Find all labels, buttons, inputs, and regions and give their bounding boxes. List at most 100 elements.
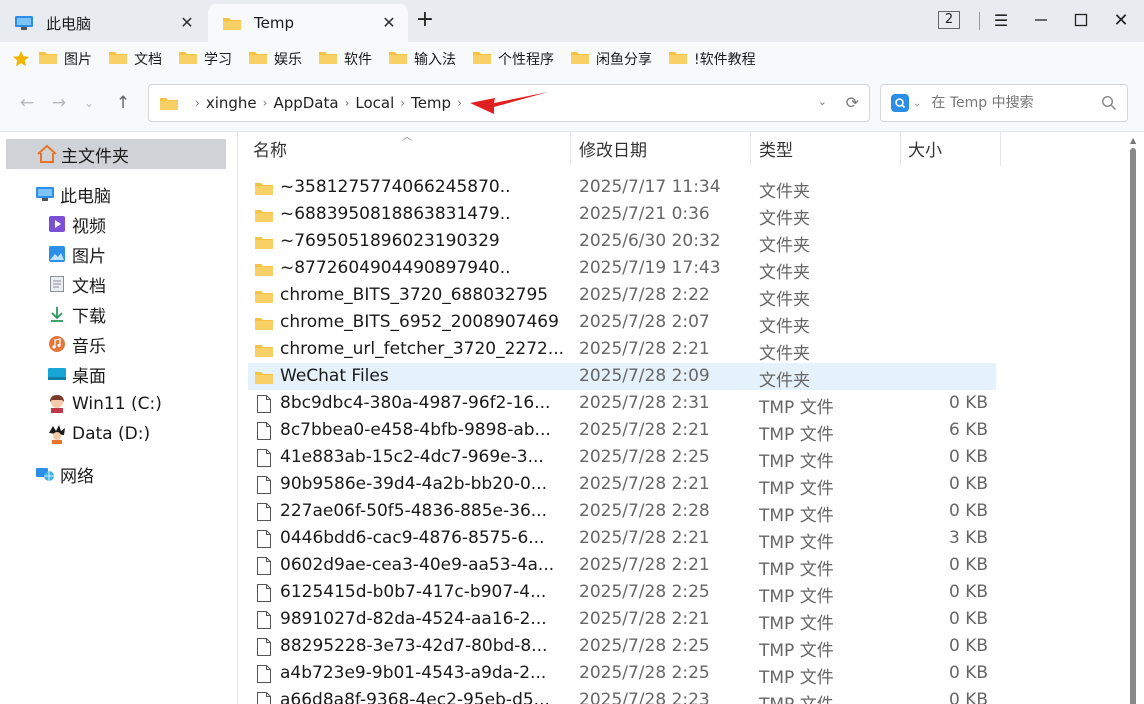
breadcrumb-local[interactable]: Local xyxy=(355,94,394,112)
folder-icon xyxy=(254,313,274,333)
file-row[interactable]: 41e883ab-15c2-4dc7-969e-3... 2025/7/28 2:… xyxy=(248,444,996,472)
nav-item[interactable]: 此电脑 xyxy=(34,180,111,208)
bookmark-item[interactable]: 软件 xyxy=(318,49,372,69)
close-tab-icon[interactable]: ✕ xyxy=(380,13,398,32)
breadcrumb-xinghe[interactable]: xinghe xyxy=(206,94,257,112)
nav-item-home[interactable]: 主文件夹 xyxy=(6,139,226,169)
star-icon[interactable] xyxy=(12,49,32,69)
tab-count-button[interactable]: 2 xyxy=(934,8,964,32)
file-row[interactable]: 6125415d-b0b7-417c-b907-4... 2025/7/28 2:… xyxy=(248,579,996,607)
file-date: 2025/7/28 2:25 xyxy=(579,663,710,683)
file-row[interactable]: ~6883950818863831479.. 2025/7/21 0:36 文件夹 xyxy=(248,201,996,229)
column-divider[interactable] xyxy=(1000,132,1001,166)
nav-item[interactable]: 网络 xyxy=(34,460,94,488)
nav-item-label: 视频 xyxy=(72,216,106,237)
file-row[interactable]: WeChat Files 2025/7/28 2:09 文件夹 xyxy=(248,363,996,391)
column-divider[interactable] xyxy=(570,132,571,166)
file-row[interactable]: a4b723e9-9b01-4543-a9da-2... 2025/7/28 2:… xyxy=(248,660,996,688)
folder-icon xyxy=(108,49,128,69)
chevron-right-icon[interactable]: › xyxy=(400,96,405,110)
file-date: 2025/7/28 2:25 xyxy=(579,636,710,656)
nav-item[interactable]: 图片 xyxy=(46,240,106,268)
nav-item[interactable]: 视频 xyxy=(46,210,106,238)
search-input[interactable] xyxy=(931,95,1092,111)
file-date: 2025/7/19 17:43 xyxy=(579,258,721,278)
chevron-right-icon[interactable]: › xyxy=(345,96,350,110)
new-tab-button[interactable]: + xyxy=(412,8,438,34)
bookmark-item[interactable]: !软件教程 xyxy=(668,49,756,69)
maximize-button[interactable] xyxy=(1068,8,1094,32)
bookmark-item[interactable]: 输入法 xyxy=(388,49,456,69)
folder-icon xyxy=(570,49,590,69)
file-type: TMP 文件 xyxy=(759,506,834,526)
bookmark-item[interactable]: 个性程序 xyxy=(472,49,554,69)
close-tab-icon[interactable]: ✕ xyxy=(178,13,196,32)
column-header-name[interactable]: 名称 xyxy=(253,136,287,161)
bookmark-item[interactable]: 图片 xyxy=(38,49,92,69)
minimize-button[interactable] xyxy=(1028,8,1054,32)
file-row[interactable]: chrome_url_fetcher_3720_2272... 2025/7/28… xyxy=(248,336,996,364)
breadcrumb-temp[interactable]: Temp xyxy=(411,94,451,112)
file-row[interactable]: 0446bdd6-cac9-4876-8575-6... 2025/7/28 2:… xyxy=(248,525,996,553)
search-box[interactable]: ⌄ xyxy=(880,84,1128,122)
file-icon xyxy=(254,502,274,522)
nav-item[interactable]: Win11 (C:) xyxy=(46,390,162,418)
back-button[interactable]: ← xyxy=(16,92,38,114)
scroll-thumb[interactable] xyxy=(1130,148,1136,704)
file-row[interactable]: 0602d9ae-cea3-40e9-aa53-4a... 2025/7/28 2… xyxy=(248,552,996,580)
tab-this-pc[interactable]: 此电脑 ✕ xyxy=(0,4,206,42)
chevron-right-icon[interactable]: › xyxy=(195,96,200,110)
column-divider[interactable] xyxy=(900,132,901,166)
breadcrumb-appdata[interactable]: AppData xyxy=(273,94,338,112)
scroll-up-icon[interactable]: ▲ xyxy=(1130,136,1136,145)
file-icon xyxy=(254,475,274,495)
file-row[interactable]: 8c7bbea0-e458-4bfb-9898-ab... 2025/7/28 2… xyxy=(248,417,996,445)
nav-item[interactable]: 下载 xyxy=(46,300,106,328)
file-row[interactable]: ~8772604904490897940.. 2025/7/19 17:43 文件夹 xyxy=(248,255,996,283)
file-row[interactable]: 227ae06f-50f5-4836-885e-36... 2025/7/28 2… xyxy=(248,498,996,526)
column-header-size[interactable]: 大小 xyxy=(908,136,942,161)
column-header-type[interactable]: 类型 xyxy=(759,136,793,161)
chevron-right-icon[interactable]: › xyxy=(263,96,268,110)
file-name: WeChat Files xyxy=(280,366,389,386)
nav-item-label: 音乐 xyxy=(72,336,106,357)
file-date: 2025/7/28 2:21 xyxy=(579,339,710,359)
search-provider-icon[interactable] xyxy=(891,94,909,112)
bookmark-item[interactable]: 文档 xyxy=(108,49,162,69)
column-header-date[interactable]: 修改日期 xyxy=(579,136,647,161)
nav-item[interactable]: 桌面 xyxy=(46,360,106,388)
file-size: 0 KB xyxy=(948,474,988,494)
file-row[interactable]: a66d8a8f-9368-4ec2-95eb-d5... 2025/7/28 2… xyxy=(248,687,996,704)
chevron-down-icon[interactable]: ⌄ xyxy=(818,95,827,108)
refresh-icon[interactable]: ⟳ xyxy=(846,93,859,112)
file-date: 2025/7/21 0:36 xyxy=(579,204,710,224)
vertical-scrollbar[interactable]: ▲ xyxy=(1124,132,1144,704)
up-button[interactable]: ↑ xyxy=(112,92,134,114)
nav-item[interactable]: 音乐 xyxy=(46,330,106,358)
menu-icon[interactable]: ☰ xyxy=(988,8,1014,32)
file-row[interactable]: chrome_BITS_6952_2008907469 2025/7/28 2:0… xyxy=(248,309,996,337)
file-type: TMP 文件 xyxy=(759,533,834,553)
bookmark-item[interactable]: 娱乐 xyxy=(248,49,302,69)
chevron-right-icon[interactable]: › xyxy=(457,96,462,110)
bookmark-item[interactable]: 学习 xyxy=(178,49,232,69)
file-row[interactable]: ~7695051896023190329 2025/6/30 20:32 文件夹 xyxy=(248,228,996,256)
file-row[interactable]: chrome_BITS_3720_688032795 2025/7/28 2:22… xyxy=(248,282,996,310)
file-row[interactable]: 9891027d-82da-4524-aa16-2... 2025/7/28 2:… xyxy=(248,606,996,634)
bookmark-item[interactable]: 闲鱼分享 xyxy=(570,49,652,69)
chevron-down-icon[interactable]: ⌄ xyxy=(913,98,921,109)
bookmark-label: 学习 xyxy=(204,52,232,68)
bookmark-label: 文档 xyxy=(134,52,162,68)
nav-item[interactable]: Data (D:) xyxy=(46,420,150,448)
close-window-button[interactable]: ✕ xyxy=(1108,8,1134,32)
file-row[interactable]: ~3581275774066245870.. 2025/7/17 11:34 文件夹 xyxy=(248,174,996,202)
file-row[interactable]: 90b9586e-39d4-4a2b-bb20-0... 2025/7/28 2:… xyxy=(248,471,996,499)
tab-temp[interactable]: Temp ✕ xyxy=(208,4,408,42)
forward-button[interactable]: → xyxy=(48,92,70,114)
column-divider[interactable] xyxy=(750,132,751,166)
recent-locations-button[interactable]: ⌄ xyxy=(78,92,100,114)
nav-item[interactable]: 文档 xyxy=(46,270,106,298)
search-icon[interactable] xyxy=(1101,95,1117,115)
file-row[interactable]: 88295228-3e73-42d7-80bd-8... 2025/7/28 2:… xyxy=(248,633,996,661)
file-row[interactable]: 8bc9dbc4-380a-4987-96f2-16... 2025/7/28 2… xyxy=(248,390,996,418)
